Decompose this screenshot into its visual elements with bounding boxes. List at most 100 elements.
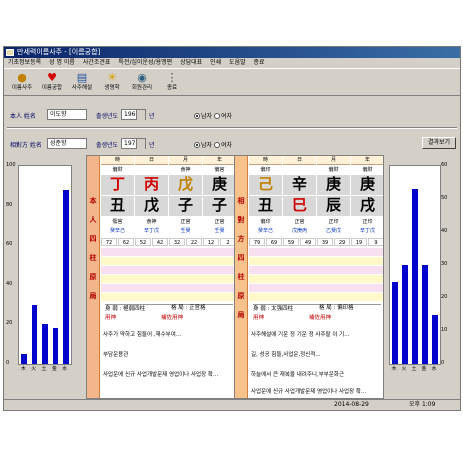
luck-row <box>249 266 383 274</box>
commentary-text: 사주해설에 기운 정 기운 정 사주팔 이 기... <box>251 332 350 338</box>
chart-tick-label: 50 <box>441 195 448 201</box>
heavenly-stem: 庚 <box>317 175 350 195</box>
ten-god-top: 偏財 <box>362 167 373 173</box>
luck-age: 19 <box>351 238 367 246</box>
column-header: 時 <box>249 156 282 165</box>
earthly-branch: 辰 <box>317 196 350 216</box>
window-title: 만세력이름사주 - [이름궁합] <box>17 48 101 56</box>
strip-char: 方 <box>237 235 245 243</box>
ten-god-top <box>135 166 168 174</box>
strip-char: 原 <box>237 292 245 300</box>
menu-item[interactable]: 사간조견표 <box>83 59 111 66</box>
chart-tick-label: 60 <box>441 162 448 168</box>
person2-name-input[interactable]: 성준향 <box>47 138 87 149</box>
sun-icon: ☀ <box>107 71 117 84</box>
person2-gender-group: 남자 여자 <box>194 140 232 149</box>
male-radio[interactable] <box>194 113 200 119</box>
chart-x-label: 火 <box>31 366 37 372</box>
name-match-button[interactable]: ♥ 이름궁합 <box>37 70 67 95</box>
dots-icon: ⋮ <box>166 71 178 84</box>
ten-god-top: 偏官 <box>214 167 225 173</box>
self-vertical-title: 本人四柱原局 <box>87 156 100 398</box>
view-result-button[interactable]: 결과보기 <box>422 137 456 149</box>
strip-char: 相 <box>237 197 245 205</box>
hidden-stems: 辛丁戊 <box>359 228 375 234</box>
chart-x-label: 木 <box>391 366 397 372</box>
person1-name-input[interactable]: 이도향 <box>47 109 87 120</box>
self-saju-panel: 本人四柱原局 時日月年偏財 食神 偏官丁丙戊庚丑戊子子傷官 食神 正官 正官 癸辛己 辛丁戊壬… <box>86 155 236 399</box>
self-saju-grid: 時日月年偏財 食神 偏官丁丙戊庚丑戊子子傷官 食神 正官 正官 癸辛己 辛丁戊 壬癸 壬癸 72 62… <box>101 156 235 398</box>
menu-item[interactable]: 특전/십이운성/용맹편 <box>118 59 172 66</box>
chart-x-label: 火 <box>401 366 407 372</box>
toolbar-label: 이름궁합 <box>41 85 63 91</box>
chart-bar <box>402 265 408 364</box>
heavenly-stem: 丙 <box>135 175 168 195</box>
ten-god-top: 食神 <box>180 167 191 173</box>
menu-item[interactable]: 성 명 이름 <box>49 59 75 66</box>
toolbar: ● 이름사주 ♥ 이름궁합 ▤ 사주해설 ☀ 생명학 ◉ 회원관리 ⋮ 종료 <box>4 68 460 96</box>
strip-char: 柱 <box>89 254 97 262</box>
luck-age: 59 <box>283 238 299 246</box>
luck-age: 12 <box>203 238 219 246</box>
female-label: 여자 <box>220 113 233 120</box>
ten-god-bottom: 正官 <box>294 219 305 225</box>
menu-item[interactable]: 인쇄 <box>210 59 221 66</box>
chart-tick-label: 80 <box>6 201 13 208</box>
partner-vertical-title: 相對方四柱原局 <box>235 156 248 398</box>
saju-commentary-button[interactable]: ▤ 사주해설 <box>67 70 97 95</box>
luck-row <box>101 275 235 283</box>
female-radio[interactable] <box>213 142 220 148</box>
chart-x-label: 土 <box>41 366 47 372</box>
person2-year-select[interactable]: 1970 <box>121 138 146 149</box>
pattern-line: 格 局 : 正官格 <box>171 305 206 311</box>
commentary-text: 부담운용관 <box>103 352 129 358</box>
ten-god-bottom: 正官 <box>180 219 191 225</box>
person2-name-label: 相對方 姓名 <box>10 142 42 149</box>
menu-item[interactable]: 도움말 <box>229 59 246 66</box>
name-saju-button[interactable]: ● 이름사주 <box>7 70 37 95</box>
menu-item[interactable]: 종료 <box>254 59 265 66</box>
exit-button[interactable]: ⋮ 종료 <box>157 70 187 95</box>
ten-god-bottom: 正印 <box>362 219 373 225</box>
strip-char: 局 <box>237 311 245 319</box>
strip-char: 四 <box>237 254 245 262</box>
luck-row <box>101 257 235 265</box>
heavenly-stem: 丁 <box>101 175 134 195</box>
member-management-button[interactable]: ◉ 회원관리 <box>127 70 157 95</box>
luck-age: 29 <box>334 238 350 246</box>
chart-tick-label: 40 <box>6 280 13 287</box>
luck-age: 79 <box>249 238 265 246</box>
life-study-button[interactable]: ☀ 생명학 <box>97 70 127 95</box>
heavenly-stem: 庚 <box>351 175 383 195</box>
chart-x-label: 土 <box>411 366 417 372</box>
chart-bar <box>412 189 418 364</box>
heavenly-stem: 己 <box>249 175 282 195</box>
luck-age: 22 <box>186 238 202 246</box>
male-radio[interactable] <box>194 142 200 148</box>
toolbar-label: 생명학 <box>104 85 120 91</box>
chart-tick-label: 100 <box>6 162 16 168</box>
menu-bar: 기초정보등록 성 명 이름 사간조견표 특전/십이운성/용맹편 상담대표 인쇄 … <box>4 58 460 68</box>
strip-char: 原 <box>89 273 97 281</box>
column-header: 月 <box>169 156 202 165</box>
column-header: 日 <box>283 156 316 165</box>
menu-item[interactable]: 상담대표 <box>180 59 202 66</box>
luck-row <box>249 248 383 256</box>
person1-year-label: 출생년도 <box>96 113 119 120</box>
app-icon <box>6 49 14 56</box>
strip-char: 對 <box>237 216 245 224</box>
person2-year-label: 출생년도 <box>96 142 119 149</box>
column-header: 年 <box>351 156 383 165</box>
female-radio[interactable] <box>213 113 220 119</box>
ten-god-bottom: 正官 <box>214 219 225 225</box>
chart-tick-label: 30 <box>441 261 448 267</box>
luck-row <box>101 293 235 301</box>
toolbar-label: 회원관리 <box>131 85 153 91</box>
commentary-text: 길, 성공 힘들,사업운,정신적... <box>251 352 321 358</box>
menu-item[interactable]: 기초정보등록 <box>8 59 41 66</box>
luck-row <box>249 293 383 301</box>
chart-bar <box>392 281 398 364</box>
luck-age: 69 <box>266 238 282 246</box>
luck-age: 9 <box>368 238 383 246</box>
person1-year-select[interactable]: 1960 <box>121 109 146 120</box>
